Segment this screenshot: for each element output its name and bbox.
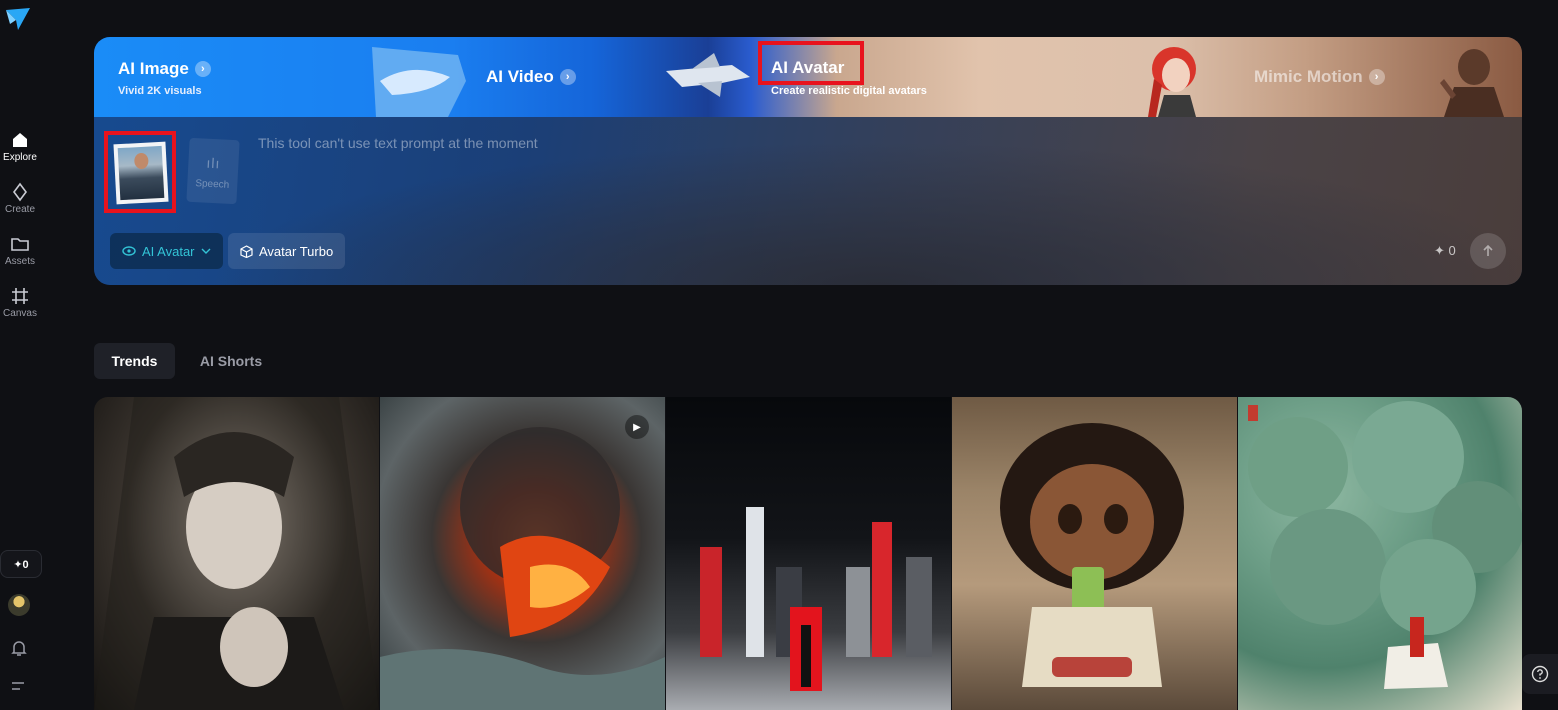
red-hair-avatar-image bbox=[1148, 47, 1196, 117]
chevron-right-icon: › bbox=[559, 69, 576, 85]
tab-ai-image[interactable]: AI Image › Vivid 2K visuals bbox=[94, 37, 364, 117]
gallery-card[interactable] bbox=[952, 397, 1237, 710]
sidebar-item-assets[interactable]: Assets bbox=[0, 234, 40, 267]
tool-select-label: AI Avatar bbox=[142, 243, 195, 259]
gallery-card[interactable]: ▶ bbox=[380, 397, 665, 710]
audio-wave-icon: ılı bbox=[206, 154, 221, 172]
tab-title: Mimic Motion bbox=[1254, 67, 1363, 86]
uploaded-photo-slot[interactable] bbox=[104, 131, 176, 213]
chevron-down-icon bbox=[201, 248, 211, 254]
cartoon-girl-image bbox=[1000, 423, 1184, 687]
prompt-input[interactable]: This tool can't use text prompt at the m… bbox=[258, 135, 538, 151]
cost-credits: ✦ 0 bbox=[1434, 243, 1456, 258]
fire-storm-island-image bbox=[380, 427, 665, 710]
model-select-label: Avatar Turbo bbox=[259, 243, 334, 259]
jet-plane-image bbox=[666, 53, 750, 97]
cube-icon bbox=[240, 244, 253, 258]
neon-city-image bbox=[700, 507, 932, 691]
play-icon: ▶ bbox=[625, 415, 649, 439]
gallery-card[interactable] bbox=[666, 397, 951, 710]
home-icon bbox=[13, 133, 27, 147]
folder-icon bbox=[11, 238, 29, 251]
model-select-button[interactable]: Avatar Turbo bbox=[228, 233, 346, 269]
person-photo-image bbox=[117, 145, 165, 201]
tool-hero-panel: AI Image › Vivid 2K visuals AI Video › A… bbox=[94, 37, 1522, 285]
tool-select-dropdown[interactable]: AI Avatar bbox=[110, 233, 223, 269]
eye-icon bbox=[122, 246, 136, 256]
sparkle-diamond-icon bbox=[13, 182, 27, 202]
tab-ai-video[interactable]: AI Video › bbox=[474, 37, 674, 117]
tab-title: AI Image bbox=[118, 59, 189, 78]
sidebar-item-create[interactable]: Create bbox=[0, 182, 40, 215]
generate-button[interactable] bbox=[1470, 233, 1506, 269]
app-logo-icon[interactable] bbox=[4, 6, 32, 32]
prompt-panel: ılı Speech This tool can't use text prom… bbox=[94, 117, 1522, 285]
bell-icon[interactable] bbox=[9, 638, 29, 658]
tab-trends[interactable]: Trends bbox=[94, 343, 175, 379]
sidebar-item-label: Assets bbox=[4, 256, 35, 267]
question-icon bbox=[1531, 665, 1549, 683]
speech-upload-card[interactable]: ılı Speech bbox=[186, 137, 240, 205]
menu-icon[interactable] bbox=[9, 678, 29, 694]
tab-ai-avatar[interactable]: AI Avatar Create realistic digital avata… bbox=[758, 37, 1118, 117]
tab-title: AI Video bbox=[486, 67, 554, 86]
sidebar-item-label: Explore bbox=[3, 152, 37, 163]
gallery-card[interactable] bbox=[94, 397, 379, 710]
user-avatar[interactable] bbox=[8, 594, 30, 616]
credits-badge[interactable]: ✦0 bbox=[0, 550, 42, 578]
chevron-right-icon: › bbox=[1368, 69, 1385, 85]
gallery-card[interactable] bbox=[1238, 397, 1522, 710]
sidebar-item-explore[interactable]: Explore bbox=[0, 130, 40, 163]
whale-card-image bbox=[372, 47, 466, 117]
arrow-up-icon bbox=[1483, 244, 1493, 256]
uploaded-photo bbox=[113, 141, 169, 205]
dancer-image bbox=[1440, 49, 1504, 117]
speech-label: Speech bbox=[195, 178, 230, 191]
tab-mimic-motion[interactable]: Mimic Motion › bbox=[1242, 37, 1442, 117]
ink-lotus-painting-image bbox=[1248, 401, 1522, 689]
sidebar-item-label: Canvas bbox=[3, 308, 37, 319]
sidebar-item-label: Create bbox=[4, 204, 35, 215]
chevron-right-icon: › bbox=[194, 61, 211, 77]
trends-gallery: ▶ bbox=[94, 397, 1522, 710]
veiled-man-image bbox=[94, 397, 379, 710]
sidebar-item-canvas[interactable]: Canvas bbox=[0, 286, 40, 319]
tab-subtitle: Vivid 2K visuals bbox=[118, 85, 202, 97]
tab-subtitle: Create realistic digital avatars bbox=[771, 85, 927, 97]
sidebar: Explore Create Assets Canvas ✦0 bbox=[0, 0, 42, 710]
help-button[interactable] bbox=[1522, 654, 1558, 694]
tab-ai-shorts[interactable]: AI Shorts bbox=[190, 343, 272, 379]
crop-frame-icon bbox=[12, 288, 28, 304]
tool-tabs: AI Image › Vivid 2K visuals AI Video › A… bbox=[94, 37, 1522, 117]
tab-title: AI Avatar bbox=[771, 58, 845, 77]
